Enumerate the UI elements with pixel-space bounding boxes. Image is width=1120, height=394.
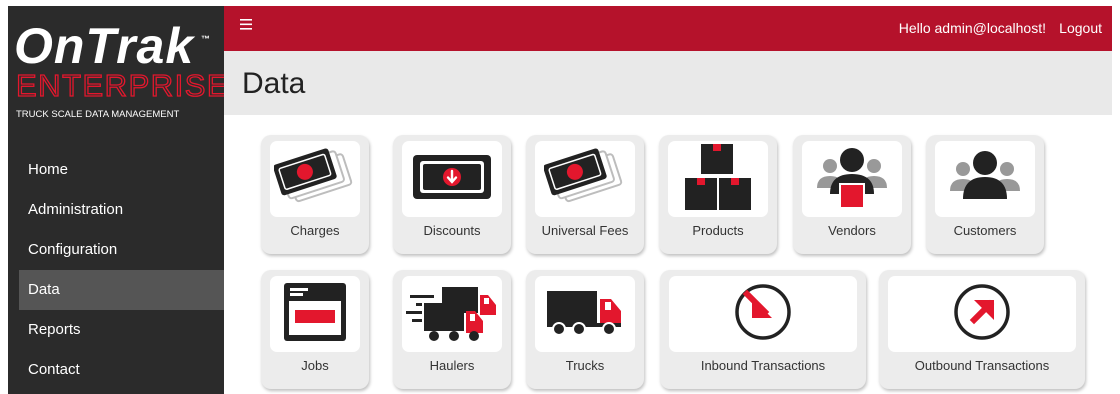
discounts-icon bbox=[411, 151, 493, 208]
vendors-icon bbox=[814, 144, 890, 215]
tile-inbound-transactions[interactable]: Inbound Transactions bbox=[660, 270, 866, 389]
tile-trucks[interactable]: Trucks bbox=[526, 270, 644, 389]
svg-text:TRUCK SCALE DATA MANAGEMENT: TRUCK SCALE DATA MANAGEMENT bbox=[16, 109, 179, 120]
tile-label: Inbound Transactions bbox=[700, 358, 826, 373]
tile-discounts[interactable]: Discounts bbox=[393, 135, 511, 254]
sidebar-item-home[interactable]: Home bbox=[8, 150, 224, 190]
logout-link[interactable]: Logout bbox=[1059, 20, 1102, 36]
jobs-icon bbox=[282, 281, 348, 348]
products-icon bbox=[683, 142, 753, 217]
hamburger-icon[interactable] bbox=[240, 18, 252, 34]
sidebar: OnTrak ™ ENTERPRISE TRUCK SCALE DATA MAN… bbox=[8, 6, 224, 394]
tile-label: Discounts bbox=[423, 223, 481, 238]
tile-label: Haulers bbox=[429, 358, 475, 373]
app-frame: OnTrak ™ ENTERPRISE TRUCK SCALE DATA MAN… bbox=[8, 6, 1112, 394]
tile-label: Outbound Transactions bbox=[914, 358, 1050, 373]
tile-jobs[interactable]: Jobs bbox=[261, 270, 369, 389]
haulers-icon bbox=[404, 281, 500, 348]
sidebar-nav: Home Administration Configuration Data R… bbox=[8, 150, 224, 390]
sidebar-item-data[interactable]: Data bbox=[19, 270, 224, 310]
outbound-transactions-icon bbox=[950, 280, 1014, 349]
charges-icon bbox=[273, 145, 356, 214]
tile-charges[interactable]: Charges bbox=[261, 135, 369, 254]
top-bar: Hello admin@localhost! Logout bbox=[224, 6, 1112, 51]
sidebar-item-contact[interactable]: Contact bbox=[8, 350, 224, 390]
sidebar-item-reports[interactable]: Reports bbox=[8, 310, 224, 350]
svg-text:™: ™ bbox=[201, 34, 210, 44]
tile-label: Jobs bbox=[301, 358, 329, 373]
tile-label: Trucks bbox=[565, 358, 605, 373]
ontrak-logo[interactable]: OnTrak ™ ENTERPRISE TRUCK SCALE DATA MAN… bbox=[8, 6, 224, 134]
sidebar-item-configuration[interactable]: Configuration bbox=[8, 230, 224, 270]
tile-label: Customers bbox=[953, 223, 1017, 238]
svg-text:ENTERPRISE: ENTERPRISE bbox=[16, 68, 224, 103]
trucks-icon bbox=[543, 287, 627, 342]
tile-haulers[interactable]: Haulers bbox=[393, 270, 511, 389]
tile-products[interactable]: Products bbox=[659, 135, 777, 254]
title-band: Data bbox=[224, 51, 1112, 115]
tile-label: Charges bbox=[290, 223, 340, 238]
tile-label: Products bbox=[692, 223, 744, 238]
user-greeting: Hello admin@localhost! bbox=[898, 20, 1046, 36]
tile-label: Universal Fees bbox=[541, 223, 629, 238]
universal-fees-icon bbox=[543, 145, 626, 214]
tile-outbound-transactions[interactable]: Outbound Transactions bbox=[879, 270, 1085, 389]
sidebar-item-administration[interactable]: Administration bbox=[8, 190, 224, 230]
tile-label: Vendors bbox=[828, 223, 876, 238]
data-tiles: Charges Discounts Universal Fees Product… bbox=[224, 115, 1112, 394]
inbound-transactions-icon bbox=[731, 280, 795, 349]
customers-icon bbox=[947, 147, 1023, 212]
svg-text:OnTrak: OnTrak bbox=[14, 18, 195, 74]
tile-customers[interactable]: Customers bbox=[926, 135, 1044, 254]
tile-universal-fees[interactable]: Universal Fees bbox=[526, 135, 644, 254]
tile-vendors[interactable]: Vendors bbox=[793, 135, 911, 254]
page-title: Data bbox=[242, 67, 306, 100]
